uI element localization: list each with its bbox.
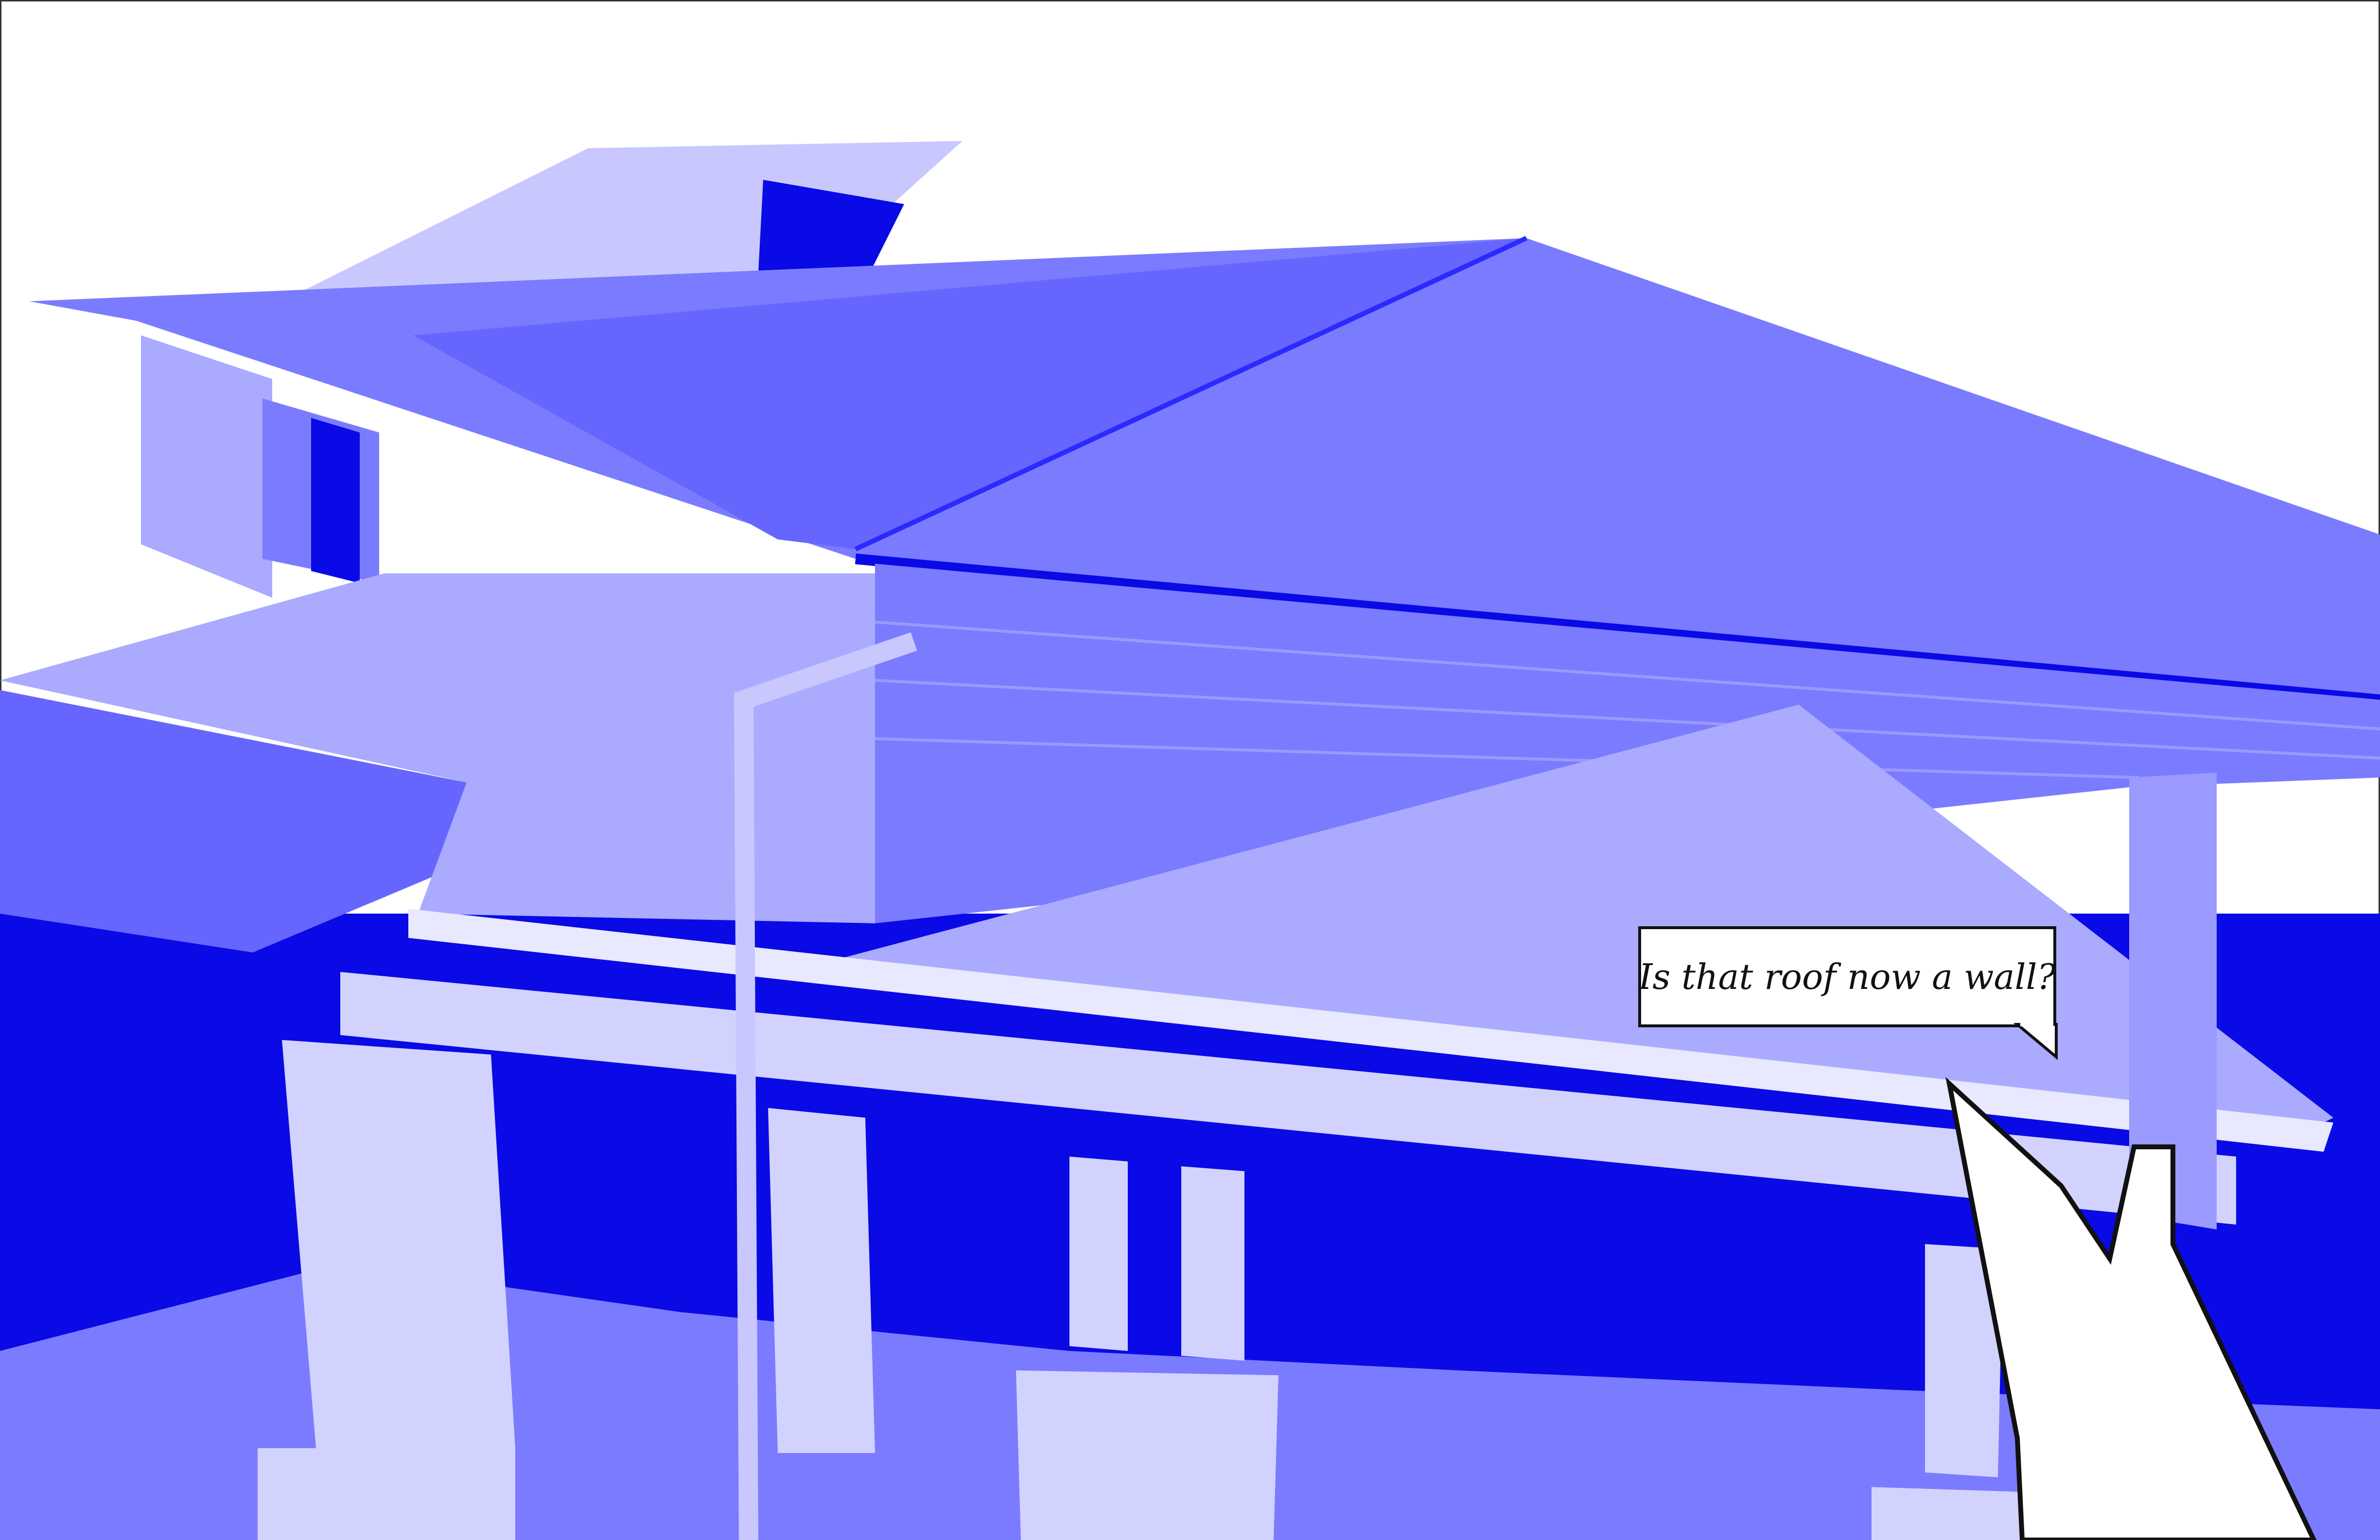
pillar-base-left [258, 1448, 515, 1540]
pillar-left [282, 1040, 515, 1448]
pillar-a [1069, 1157, 1128, 1351]
house-model-render [0, 141, 2380, 1540]
left-wall [141, 335, 272, 598]
pillar-base-right [1872, 1487, 2022, 1540]
3d-model-viewport[interactable]: Is that roof now a wall? [0, 0, 2380, 1540]
left-window-glass [311, 418, 360, 583]
pillar-mid [768, 1108, 875, 1453]
pillar-base-center [1016, 1370, 1278, 1540]
speech-callout: Is that roof now a wall? [1638, 926, 2056, 1027]
pillar-b [1181, 1166, 1244, 1361]
callout-text: Is that roof now a wall? [1638, 956, 2056, 997]
